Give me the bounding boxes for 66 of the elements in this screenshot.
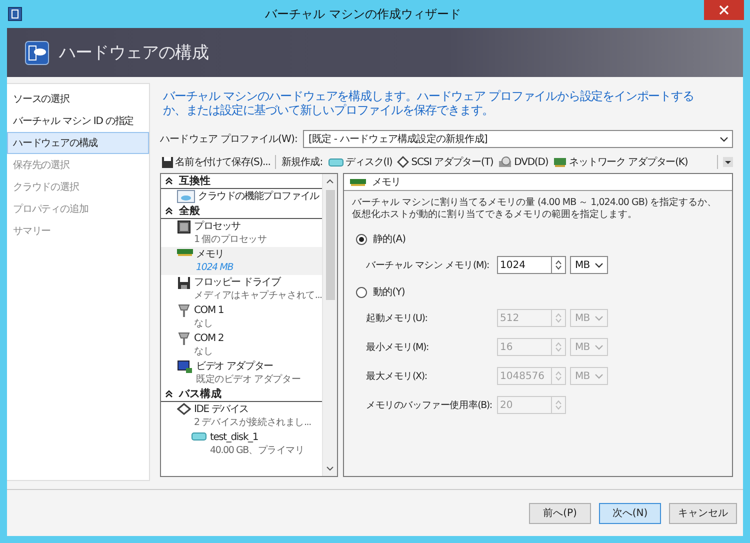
scrollbar[interactable] xyxy=(322,174,337,476)
detail-title: メモリ xyxy=(372,176,401,189)
collapse-icon[interactable] xyxy=(165,207,173,215)
memory-mode-radio[interactable]: 動的(Y) xyxy=(356,285,724,299)
memory-icon xyxy=(177,248,193,256)
app-icon xyxy=(8,7,22,21)
wizard-step[interactable]: バーチャル マシン ID の指定 xyxy=(7,110,149,132)
page-title: ハードウェアの構成 xyxy=(59,42,208,64)
profile-label: ハードウェア プロファイル(W): xyxy=(160,132,298,146)
wizard-step[interactable]: ソースの選択 xyxy=(7,88,149,110)
intro-text: バーチャル マシンのハードウェアを構成します。ハードウェア プロファイルから設定をインポートするか、または設定に基づいて新しいプロファイルを保存できます。 xyxy=(162,89,695,117)
tree-item[interactable]: メモリ 1024 MB xyxy=(161,247,322,275)
caret-icon xyxy=(720,136,728,142)
section-title: 全般 xyxy=(179,204,200,218)
tree-item[interactable]: ビデオ アダプター 既定のビデオ アダプター xyxy=(161,359,322,387)
hardware-cloud-icon xyxy=(25,40,49,64)
tree-item[interactable]: test_disk_1 40.00 GB、プライマリ xyxy=(161,430,322,458)
scroll-thumb[interactable] xyxy=(326,190,334,300)
field-label: メモリのバッファー使用率(B): xyxy=(366,398,493,412)
tree-item[interactable]: クラウドの機能プロファイル xyxy=(161,189,322,204)
unit-dropdown[interactable]: MB xyxy=(570,256,608,274)
field-label: 最小メモリ(M): xyxy=(366,340,430,354)
new-label: 新規作成: xyxy=(281,156,323,169)
overflow-icon[interactable] xyxy=(723,157,733,167)
memory-mode-radio[interactable]: 静的(A) xyxy=(356,232,724,246)
plug-icon xyxy=(177,332,191,346)
tree-item[interactable]: フロッピー ドライブ メディアはキャプチャされて... xyxy=(161,275,322,303)
field-label: バーチャル マシン メモリ(M): xyxy=(366,258,490,272)
close-button[interactable] xyxy=(704,0,744,20)
tree-item[interactable]: COM 1 なし xyxy=(161,303,322,331)
network-card-icon xyxy=(553,156,568,168)
toolbar-button[interactable]: SCSI アダプター(T) xyxy=(397,155,494,169)
memory-description: バーチャル マシンに割り当てるメモリの量 (4.00 MB ～ 1,024.00 GB) を指定するか、仮想化ホストが動的に割り当てできるメモリの範囲を指定します。 xyxy=(352,197,718,221)
caret-icon xyxy=(595,262,603,268)
collapse-icon[interactable] xyxy=(165,390,173,398)
tree-item[interactable]: COM 2 なし xyxy=(161,331,322,359)
caret-icon xyxy=(595,374,603,378)
collapse-icon[interactable] xyxy=(165,177,173,185)
window-title: バーチャル マシンの作成ウィザード xyxy=(264,6,462,22)
wizard-button[interactable]: キャンセル xyxy=(669,502,737,524)
save-as-button[interactable]: 名前を付けて保存(S)... xyxy=(162,155,270,169)
caret-icon xyxy=(595,344,603,350)
monitor-icon xyxy=(177,360,193,374)
number-input[interactable]: 1024 xyxy=(497,256,551,274)
toolbar-button[interactable]: ディスク(I) xyxy=(328,155,392,169)
memory-icon xyxy=(350,178,366,186)
profile-dropdown[interactable]: [既定 - ハードウェア構成設定の新規作成] xyxy=(303,130,733,148)
spin-buttons[interactable] xyxy=(551,256,566,274)
field-label: 最大メモリ(X): xyxy=(366,370,428,382)
wizard-step[interactable]: ハードウェアの構成 xyxy=(7,132,149,154)
field-label: 起動メモリ(U): xyxy=(366,312,428,324)
section-title: 互換性 xyxy=(179,174,211,188)
diamond-icon xyxy=(397,156,410,168)
close-icon xyxy=(719,5,729,15)
toolbar-button[interactable]: ネットワーク アダプター(K) xyxy=(553,155,688,169)
dvd-drive-icon xyxy=(498,156,512,168)
caret-icon xyxy=(595,316,603,320)
tree-item[interactable]: IDE デバイス 2 デバイスが接続されまし... xyxy=(161,402,322,430)
wizard-button[interactable]: 次へ(N) xyxy=(599,502,661,524)
toolbar-button[interactable]: DVD(D) xyxy=(498,156,548,168)
plug-icon xyxy=(177,304,191,318)
diamond-icon xyxy=(177,403,191,415)
section-title: バス構成 xyxy=(179,387,222,401)
cloud-window-icon xyxy=(177,190,195,203)
tree-item[interactable]: プロセッサ 1 個のプロセッサ xyxy=(161,219,322,247)
wizard-button[interactable]: 前へ(P) xyxy=(529,502,591,524)
